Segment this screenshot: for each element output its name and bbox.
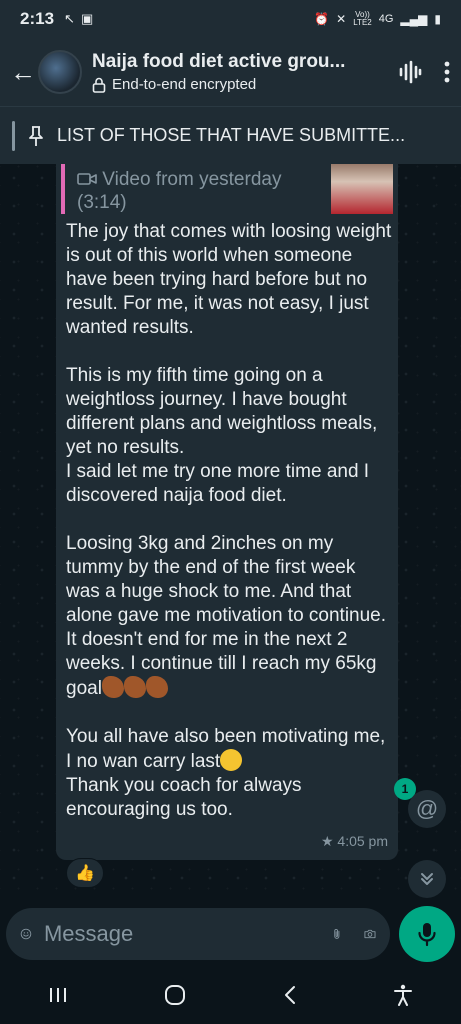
status-time: 2:13	[20, 9, 55, 28]
header-actions	[397, 59, 451, 85]
pinned-message-bar[interactable]: LIST OF THOSE THAT HAVE SUBMITTE...	[0, 106, 461, 164]
message-bubble[interactable]: Video from yesterday (3:14) The joy that…	[56, 164, 398, 860]
quote-accent-bar	[61, 164, 65, 214]
double-chevron-down-icon	[421, 873, 433, 885]
mic-button[interactable]	[399, 906, 455, 962]
volte-indicator: Vo)) LTE2	[353, 10, 372, 27]
group-title: Naija food diet active grou...	[92, 51, 346, 72]
reaction-badge[interactable]: 👍	[66, 858, 104, 888]
quoted-message[interactable]: Video from yesterday (3:14)	[61, 164, 393, 214]
message-input-container	[6, 908, 390, 960]
gallery-notification-icon: ▣	[80, 11, 94, 26]
pin-indicator-line	[12, 120, 15, 151]
home-icon[interactable]	[164, 984, 186, 1006]
flexed-biceps-emoji	[101, 676, 124, 698]
mention-button[interactable]: @	[408, 790, 446, 828]
flexed-biceps-emoji	[145, 676, 168, 698]
chat-header: ← Naija food diet active grou... End-to-…	[0, 38, 461, 106]
status-notification-icons: ↖ ▣	[64, 11, 93, 27]
message-text: The joy that comes with loosing weight i…	[66, 221, 392, 820]
signal-icon: ▂▄▆	[400, 12, 428, 26]
status-system-icons: ⏰ ✕ Vo)) LTE2 4G ▂▄▆ ▮	[314, 11, 441, 27]
message-input[interactable]	[43, 921, 332, 947]
starred-icon: ★	[320, 833, 334, 849]
encryption-label: End-to-end encrypted	[112, 76, 257, 93]
header-info[interactable]: Naija food diet active grou... End-to-en…	[92, 51, 387, 93]
missed-call-icon: ↖	[64, 11, 75, 26]
status-bar: 2:13 ↖ ▣ ⏰ ✕ Vo)) LTE2 4G ▂▄▆ ▮	[0, 0, 461, 38]
battery-icon: ▮	[434, 12, 441, 26]
emoji-icon[interactable]	[20, 921, 32, 947]
back-arrow-icon[interactable]: ←	[10, 57, 38, 88]
group-avatar[interactable]	[38, 50, 82, 94]
at-sign-icon: @	[415, 796, 439, 821]
recent-apps-icon[interactable]	[48, 986, 68, 1004]
accessibility-icon[interactable]	[393, 984, 413, 1006]
pinned-message-text: LIST OF THOSE THAT HAVE SUBMITTE...	[57, 125, 406, 145]
alarm-icon: ⏰	[314, 12, 330, 26]
thumbs-up-icon: 👍	[75, 865, 95, 882]
more-options-icon[interactable]	[443, 60, 451, 84]
flexed-biceps-emoji	[123, 676, 146, 698]
pin-icon	[29, 125, 43, 146]
chat-area: Video from yesterday (3:14) The joy that…	[0, 164, 461, 902]
system-navigation-bar	[0, 966, 461, 1024]
paperclip-icon[interactable]	[332, 921, 342, 947]
quote-title: Video from yesterday	[102, 169, 282, 190]
quote-duration: (3:14)	[77, 192, 127, 213]
mute-icon: ✕	[336, 12, 347, 26]
back-nav-icon[interactable]	[283, 985, 297, 1005]
message-time: 4:05 pm	[337, 833, 388, 849]
voice-chat-icon[interactable]	[397, 59, 423, 85]
laughing-emoji	[220, 749, 243, 771]
quote-thumbnail	[331, 164, 393, 214]
message-timestamp: ★ 4:05 pm	[321, 833, 388, 850]
scroll-to-bottom-button[interactable]	[408, 860, 446, 898]
network-type: 4G	[378, 13, 394, 25]
encryption-status: End-to-end encrypted	[92, 76, 387, 93]
camera-icon[interactable]	[364, 923, 376, 945]
quote-text: Video from yesterday (3:14)	[77, 168, 281, 214]
video-icon	[77, 173, 97, 185]
message-composer	[0, 902, 461, 966]
mic-icon	[418, 923, 436, 947]
lock-icon	[92, 77, 106, 93]
